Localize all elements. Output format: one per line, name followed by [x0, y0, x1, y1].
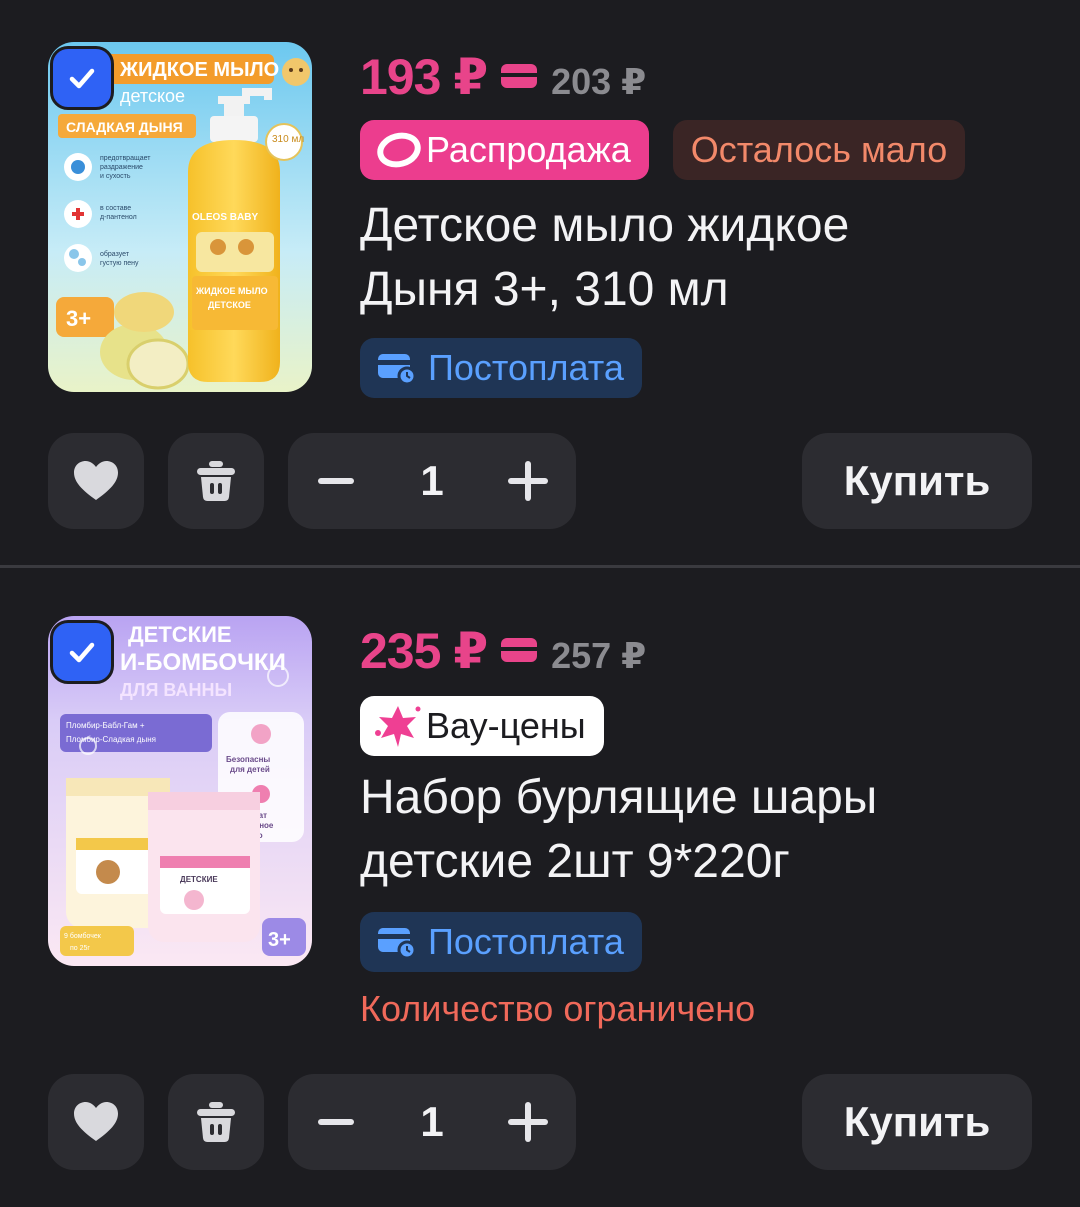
image-brand-text: OLEOS BABY [192, 212, 258, 223]
svg-text:предотвращает: предотвращает [100, 155, 151, 162]
svg-text:для детей: для детей [230, 765, 270, 774]
cart-item: ЖИДКОЕ МЫЛО детское СЛАДКАЯ ДЫНЯ предотв… [0, 0, 1080, 566]
price-row: 193 ₽ 203 ₽ [360, 48, 646, 106]
wow-price-label: Вау-цены [426, 705, 586, 746]
postpay-card-icon [378, 928, 416, 960]
postpay-label: Постоплата [428, 347, 624, 388]
star-burst-icon [375, 706, 421, 747]
image-header-line2: И-БОМБОЧКИ [120, 649, 286, 676]
svg-text:ДЕТСКОЕ: ДЕТСКОЕ [208, 300, 251, 310]
wallet-card-icon [501, 64, 538, 88]
price-row: 235 ₽ 257 ₽ [360, 622, 646, 680]
image-header-line3: ДЛЯ ВАННЫ [120, 680, 232, 700]
old-price: 203 ₽ [551, 61, 647, 102]
badge-row: Вау-цены [360, 696, 604, 756]
current-price: 235 ₽ [360, 623, 488, 679]
quantity-value: 1 [420, 457, 444, 504]
image-volume-text: 310 мл [272, 134, 304, 145]
low-stock-label: Осталось мало [690, 129, 948, 170]
product-title-line2: детские 2шт 9*220г [360, 835, 790, 888]
quantity-value: 1 [420, 1098, 444, 1145]
check-icon [69, 642, 95, 663]
item-actions: 1 Купить [48, 1074, 1032, 1170]
wow-price-badge: Вау-цены [360, 696, 604, 756]
badge-row: Распродажа Осталось мало [360, 120, 966, 180]
image-age-text: 3+ [268, 929, 291, 951]
decrease-button[interactable] [288, 1074, 384, 1170]
image-age-text: 3+ [66, 306, 91, 331]
svg-text:д-пантенол: д-пантенол [100, 214, 137, 221]
delete-button[interactable] [168, 433, 264, 529]
select-checkbox[interactable] [50, 620, 114, 684]
sale-badge-label: Распродажа [426, 129, 631, 170]
sale-badge: Распродажа [360, 120, 649, 180]
postpay-badge: Постоплата [360, 338, 642, 398]
svg-text:Безопасны: Безопасны [226, 755, 270, 764]
old-price: 257 ₽ [551, 635, 647, 676]
product-title[interactable]: Набор бурлящие шары детские 2шт 9*220г [360, 766, 1040, 894]
product-title-line1: Детское мыло жидкое [360, 199, 850, 252]
product-title[interactable]: Детское мыло жидкое Дыня 3+, 310 мл [360, 194, 1040, 322]
sale-ring-icon [377, 132, 421, 168]
plus-icon [508, 461, 548, 501]
limited-quantity-notice: Количество ограничено [360, 988, 756, 1029]
postpay-card-icon [378, 354, 416, 386]
product-title-line2: Дыня 3+, 310 мл [360, 263, 729, 316]
svg-text:по 25г: по 25г [70, 945, 90, 952]
favorite-button[interactable] [48, 1074, 144, 1170]
svg-text:9 бомбочек: 9 бомбочек [64, 932, 102, 940]
svg-text:ДЕТСКИЕ: ДЕТСКИЕ [180, 875, 218, 884]
quantity-stepper: 1 [288, 433, 576, 529]
svg-text:в составе: в составе [100, 205, 131, 212]
increase-button[interactable] [480, 433, 576, 529]
svg-text:Пломбир-Сладкая дыня: Пломбир-Сладкая дыня [66, 735, 156, 744]
minus-icon [318, 1119, 354, 1125]
quantity-stepper: 1 [288, 1074, 576, 1170]
image-header-text: ЖИДКОЕ МЫЛО [119, 59, 279, 81]
decrease-button[interactable] [288, 433, 384, 529]
trash-icon [197, 1102, 235, 1142]
postpay-label: Постоплата [428, 921, 624, 962]
current-price: 193 ₽ [360, 49, 488, 105]
delete-button[interactable] [168, 1074, 264, 1170]
heart-icon [74, 461, 118, 500]
buy-button[interactable]: Купить [802, 1074, 1032, 1170]
product-title-line1: Набор бурлящие шары [360, 771, 878, 824]
trash-icon [197, 461, 235, 501]
low-stock-badge: Осталось мало [672, 120, 966, 180]
image-subheader-text: детское [120, 86, 185, 106]
svg-text:раздражение: раздражение [100, 164, 143, 171]
postpay-badge: Постоплата [360, 912, 642, 972]
svg-text:густую пену: густую пену [100, 260, 139, 267]
select-checkbox[interactable] [50, 46, 114, 110]
buy-button[interactable]: Купить [802, 433, 1032, 529]
svg-text:образует: образует [100, 250, 130, 258]
favorite-button[interactable] [48, 433, 144, 529]
item-actions: 1 Купить [48, 433, 1032, 529]
svg-text:и сухость: и сухость [100, 173, 131, 180]
plus-icon [508, 1102, 548, 1142]
wallet-card-icon [501, 638, 538, 662]
image-header-line1: ДЕТСКИЕ [128, 622, 232, 647]
svg-text:Пломбир-Бабл-Гам +: Пломбир-Бабл-Гам + [66, 721, 145, 730]
svg-text:ЖИДКОЕ МЫЛО: ЖИДКОЕ МЫЛО [195, 286, 268, 296]
increase-button[interactable] [480, 1074, 576, 1170]
minus-icon [318, 478, 354, 484]
heart-icon [74, 1102, 118, 1141]
check-icon [69, 68, 95, 89]
image-flavor-text: СЛАДКАЯ ДЫНЯ [66, 119, 183, 135]
cart-item: ДЕТСКИЕ И-БОМБОЧКИ ДЛЯ ВАННЫ Пломбир-Баб… [0, 568, 1080, 1207]
